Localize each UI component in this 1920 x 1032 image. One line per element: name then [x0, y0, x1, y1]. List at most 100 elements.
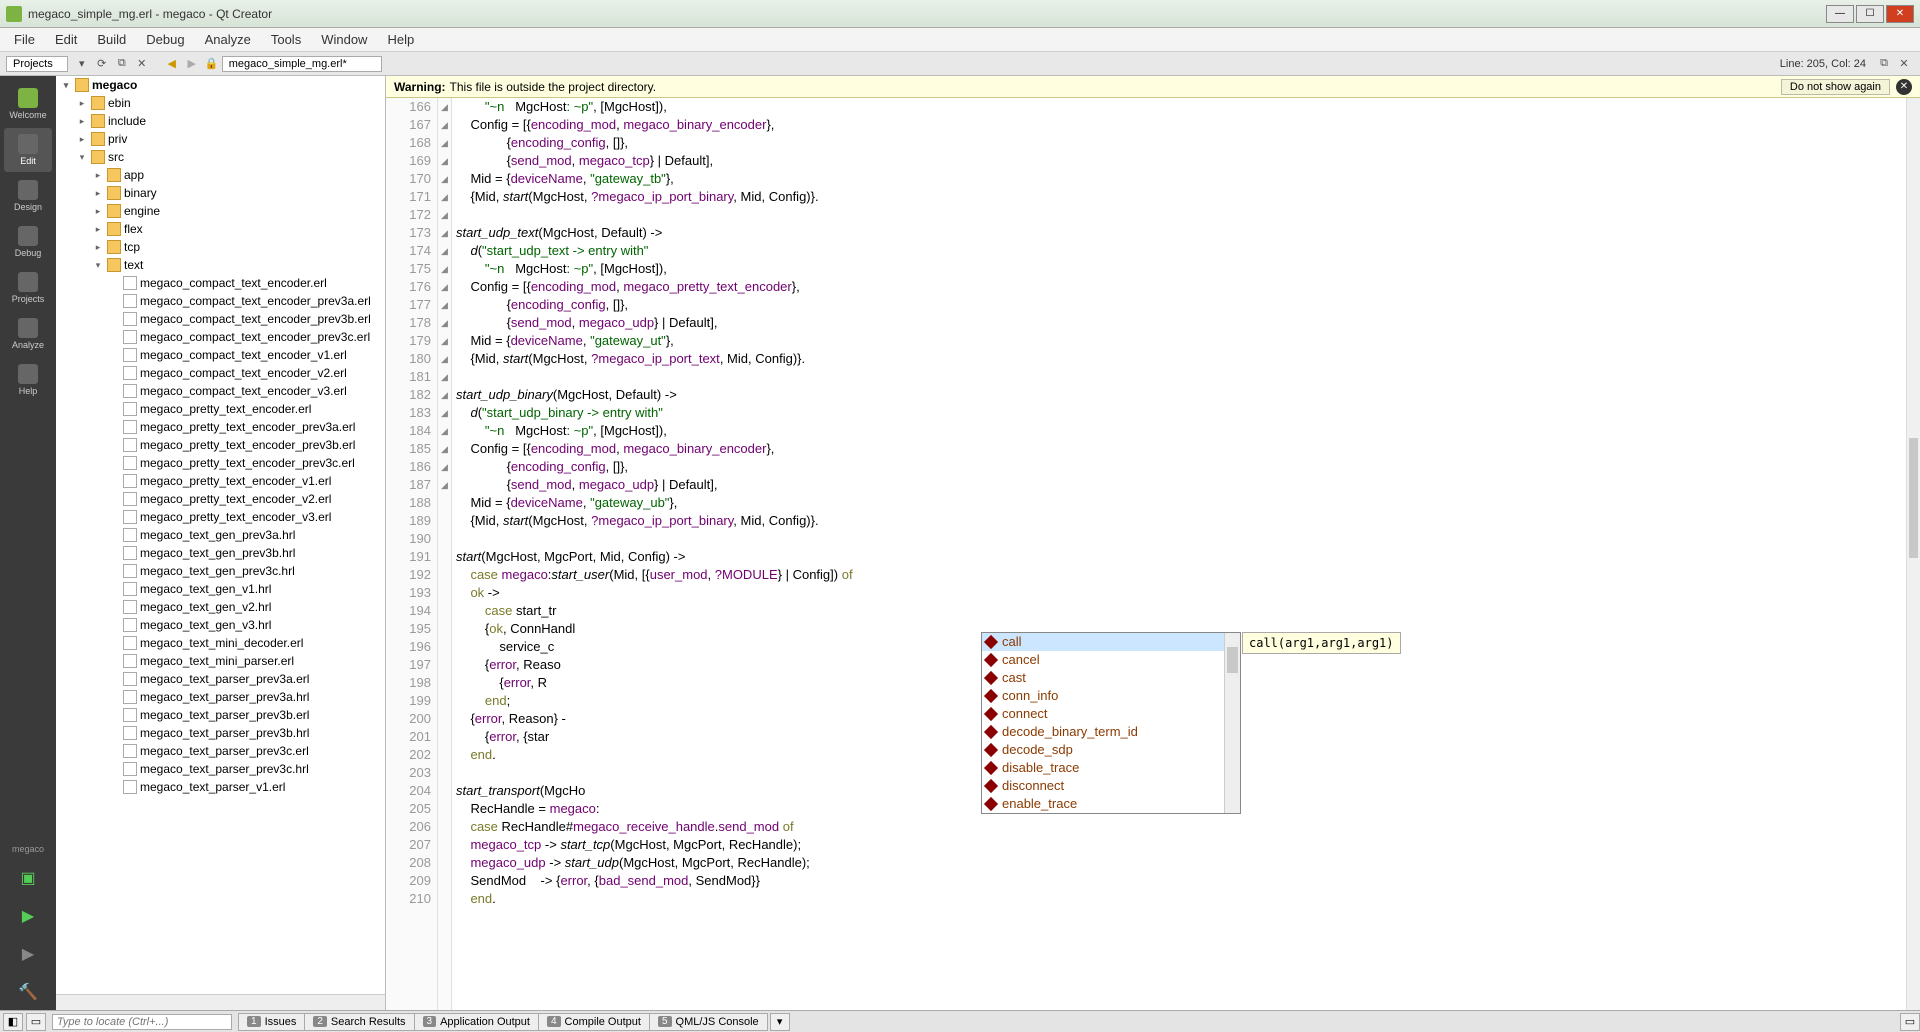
tree-file[interactable]: megaco_text_gen_prev3b.hrl [56, 544, 385, 562]
tree-file[interactable]: megaco_text_parser_v1.erl [56, 778, 385, 796]
tree-file[interactable]: megaco_text_gen_prev3a.hrl [56, 526, 385, 544]
open-document-selector[interactable]: megaco_simple_mg.erl* [222, 56, 382, 72]
mode-analyze[interactable]: Analyze [4, 312, 52, 356]
tree-file[interactable]: megaco_pretty_text_encoder.erl [56, 400, 385, 418]
code-editor[interactable]: 1661671681691701711721731741751761771781… [386, 98, 1920, 1010]
tree-file[interactable]: megaco_pretty_text_encoder_prev3b.erl [56, 436, 385, 454]
tree-folder[interactable]: ▸app [56, 166, 385, 184]
kit-label[interactable]: megaco [8, 840, 48, 858]
run-button[interactable]: ▶ [10, 898, 46, 934]
tree-file[interactable]: megaco_compact_text_encoder_v2.erl [56, 364, 385, 382]
tree-file[interactable]: megaco_text_parser_prev3c.erl [56, 742, 385, 760]
output-tab[interactable]: 3Application Output [414, 1013, 539, 1031]
tree-file[interactable]: megaco_compact_text_encoder.erl [56, 274, 385, 292]
tree-file[interactable]: megaco_pretty_text_encoder_prev3a.erl [56, 418, 385, 436]
mode-debug[interactable]: Debug [4, 220, 52, 264]
editor-split-icon[interactable]: ⧉ [1875, 55, 1893, 73]
output-tab[interactable]: 2Search Results [304, 1013, 414, 1031]
project-selector[interactable]: Projects [6, 56, 68, 72]
tree-folder[interactable]: ▸priv [56, 130, 385, 148]
build-button[interactable]: 🔨 [10, 974, 46, 1010]
toggle-sidebar-button[interactable]: ◧ [3, 1013, 23, 1031]
tree-file[interactable]: megaco_compact_text_encoder_prev3a.erl [56, 292, 385, 310]
autocomplete-item[interactable]: cancel [982, 651, 1240, 669]
sync-icon[interactable]: ⟳ [93, 55, 111, 73]
menu-tools[interactable]: Tools [261, 32, 311, 47]
output-tab[interactable]: 1Issues [238, 1013, 305, 1031]
tree-folder[interactable]: ▸engine [56, 202, 385, 220]
menu-window[interactable]: Window [311, 32, 377, 47]
editor-vertical-scrollbar[interactable] [1906, 98, 1920, 1010]
tree-folder[interactable]: ▾src [56, 148, 385, 166]
close-button[interactable]: ✕ [1886, 5, 1914, 23]
locator-input[interactable] [52, 1014, 232, 1030]
split-icon[interactable]: ⧉ [113, 55, 131, 73]
nav-back-icon[interactable]: ◀ [163, 55, 181, 73]
filter-icon[interactable]: ▾ [73, 55, 91, 73]
autocomplete-item[interactable]: decode_sdp [982, 741, 1240, 759]
tree-file[interactable]: megaco_text_gen_prev3c.hrl [56, 562, 385, 580]
mode-projects[interactable]: Projects [4, 266, 52, 310]
code-area[interactable]: "~n MgcHost: ~p", [MgcHost]), Config = [… [452, 98, 1906, 1010]
autocomplete-popup[interactable]: callcancelcastconn_infoconnectdecode_bin… [981, 632, 1241, 814]
autocomplete-scrollbar[interactable] [1224, 633, 1240, 813]
autocomplete-item[interactable]: conn_info [982, 687, 1240, 705]
tree-horizontal-scrollbar[interactable] [56, 994, 385, 1010]
tree-folder[interactable]: ▸tcp [56, 238, 385, 256]
tree-file[interactable]: megaco_text_mini_parser.erl [56, 652, 385, 670]
lock-icon[interactable]: 🔒 [203, 55, 221, 73]
do-not-show-again-button[interactable]: Do not show again [1781, 79, 1890, 95]
tree-file[interactable]: megaco_text_parser_prev3b.erl [56, 706, 385, 724]
tree-file[interactable]: megaco_text_parser_prev3c.hrl [56, 760, 385, 778]
tree-file[interactable]: megaco_text_parser_prev3a.hrl [56, 688, 385, 706]
tree-folder[interactable]: ▸ebin [56, 94, 385, 112]
tree-file[interactable]: megaco_text_gen_v3.hrl [56, 616, 385, 634]
fold-gutter[interactable]: ◢◢◢◢◢◢◢◢◢◢◢◢◢◢◢◢◢◢◢◢◢◢ [438, 98, 452, 1010]
line-column-indicator[interactable]: Line: 205, Col: 24 [1772, 58, 1874, 70]
tree-file[interactable]: megaco_compact_text_encoder_v1.erl [56, 346, 385, 364]
mode-design[interactable]: Design [4, 174, 52, 218]
output-tab[interactable]: 5QML/JS Console [649, 1013, 768, 1031]
tree-file[interactable]: megaco_compact_text_encoder_v3.erl [56, 382, 385, 400]
autocomplete-item[interactable]: disconnect [982, 777, 1240, 795]
autocomplete-item[interactable]: connect [982, 705, 1240, 723]
autocomplete-item[interactable]: decode_binary_term_id [982, 723, 1240, 741]
nav-fwd-icon[interactable]: ▶ [183, 55, 201, 73]
tree-file[interactable]: megaco_pretty_text_encoder_prev3c.erl [56, 454, 385, 472]
project-tree-list[interactable]: ▾megaco▸ebin▸include▸priv▾src▸app▸binary… [56, 76, 385, 994]
tree-folder[interactable]: ▾text [56, 256, 385, 274]
editor-close-icon[interactable]: ✕ [1895, 55, 1913, 73]
tree-file[interactable]: megaco_text_mini_decoder.erl [56, 634, 385, 652]
mode-welcome[interactable]: Welcome [4, 82, 52, 126]
autocomplete-item[interactable]: call [982, 633, 1240, 651]
maximize-button[interactable]: ☐ [1856, 5, 1884, 23]
toggle-output-button[interactable]: ▭ [26, 1013, 46, 1031]
tree-file[interactable]: megaco_compact_text_encoder_prev3b.erl [56, 310, 385, 328]
tree-folder[interactable]: ▸include [56, 112, 385, 130]
tree-folder[interactable]: ▸flex [56, 220, 385, 238]
tree-file[interactable]: megaco_text_parser_prev3b.hrl [56, 724, 385, 742]
progress-indicator[interactable]: ▭ [1900, 1013, 1920, 1031]
tree-file[interactable]: megaco_text_gen_v2.hrl [56, 598, 385, 616]
tree-file[interactable]: megaco_text_parser_prev3a.erl [56, 670, 385, 688]
menu-file[interactable]: File [4, 32, 45, 47]
close-pane-icon[interactable]: ✕ [133, 55, 151, 73]
line-number-gutter[interactable]: 1661671681691701711721731741751761771781… [386, 98, 438, 1010]
tree-file[interactable]: megaco_pretty_text_encoder_v3.erl [56, 508, 385, 526]
output-tab[interactable]: 4Compile Output [538, 1013, 650, 1031]
minimize-button[interactable]: — [1826, 5, 1854, 23]
autocomplete-item[interactable]: enable_trace [982, 795, 1240, 813]
tree-folder[interactable]: ▸binary [56, 184, 385, 202]
mode-edit[interactable]: Edit [4, 128, 52, 172]
tree-file[interactable]: megaco_pretty_text_encoder_v1.erl [56, 472, 385, 490]
menu-build[interactable]: Build [87, 32, 136, 47]
menu-analyze[interactable]: Analyze [195, 32, 261, 47]
menu-help[interactable]: Help [377, 32, 424, 47]
tree-file[interactable]: megaco_text_gen_v1.hrl [56, 580, 385, 598]
menu-edit[interactable]: Edit [45, 32, 87, 47]
output-pane-menu-button[interactable]: ▾ [770, 1013, 790, 1031]
debug-run-button[interactable]: ▶ [10, 936, 46, 972]
autocomplete-item[interactable]: cast [982, 669, 1240, 687]
tree-file[interactable]: megaco_pretty_text_encoder_v2.erl [56, 490, 385, 508]
menu-debug[interactable]: Debug [136, 32, 194, 47]
